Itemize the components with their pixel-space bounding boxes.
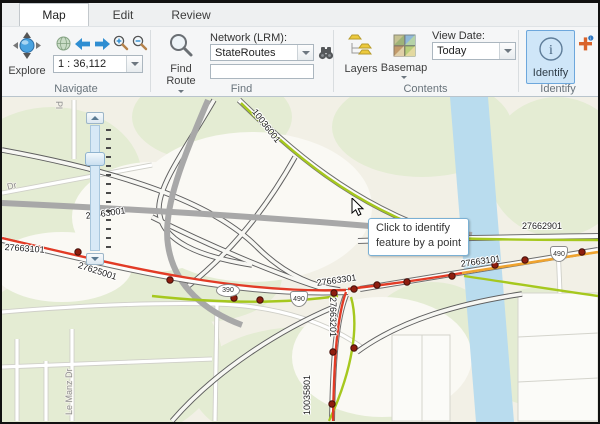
point-event-dot xyxy=(351,286,357,292)
point-event-dot xyxy=(257,297,263,303)
network-combobox[interactable]: StateRoutes xyxy=(210,44,314,61)
zoom-slider-tick xyxy=(106,201,111,203)
point-event-dot xyxy=(351,345,357,351)
network-value: StateRoutes xyxy=(211,45,297,60)
tooltip-line1: Click to identify xyxy=(376,221,461,236)
layers-label: Layers xyxy=(344,63,377,75)
binoculars-icon[interactable] xyxy=(317,44,334,61)
tab-review[interactable]: Review xyxy=(157,3,225,26)
identify-button-label: Identify xyxy=(533,67,568,79)
zoom-slider-tick xyxy=(106,165,111,167)
zoom-slider-tick xyxy=(106,174,111,176)
view-date-label: View Date: xyxy=(432,30,485,42)
route-id-label: 27663201 xyxy=(328,297,338,337)
navigate-group-label: Navigate xyxy=(2,83,150,95)
ribbon: Explore 1 : 36,112 Navigate Find xyxy=(2,27,598,97)
zoom-slider-tick xyxy=(106,219,111,221)
basemap-dropdown-caret[interactable] xyxy=(401,76,407,79)
find-group-label: Find xyxy=(150,83,333,95)
explore-button[interactable]: Explore xyxy=(4,32,50,77)
point-event-dot xyxy=(330,349,336,355)
ribbon-tab-strip: Map Edit Review xyxy=(2,3,598,27)
identify-button[interactable]: i Identify xyxy=(526,30,575,84)
point-event-dot xyxy=(449,273,455,279)
route-input[interactable] xyxy=(210,64,314,79)
point-event-dot xyxy=(522,257,528,263)
point-event-dot xyxy=(579,249,585,255)
network-lrm-label: Network (LRM): xyxy=(210,32,287,44)
find-route-label-line1: Find xyxy=(170,63,191,75)
identify-route-plus-icon[interactable]: i xyxy=(577,34,594,51)
zoom-slider-tick xyxy=(106,210,111,212)
down-triangle-icon xyxy=(91,257,99,261)
zoom-slider-tick xyxy=(106,156,111,158)
zoom-slider-tick xyxy=(106,228,111,230)
identify-i-icon: i xyxy=(538,36,564,67)
zoom-slider-down-button[interactable] xyxy=(86,253,104,265)
layers-button[interactable]: Layers xyxy=(342,34,380,75)
map-viewport[interactable]: 390490490 276630012766310127625001276633… xyxy=(2,97,598,422)
tooltip-line2: feature by a point xyxy=(376,236,461,251)
mouse-cursor-icon xyxy=(351,198,367,223)
contents-group-label: Contents xyxy=(333,83,518,95)
basemap-icon xyxy=(393,34,416,62)
map-scale-combobox[interactable]: 1 : 36,112 xyxy=(53,55,143,73)
route-shield: 390 xyxy=(216,284,240,297)
zoom-slider-track[interactable] xyxy=(90,125,100,251)
zoom-out-icon[interactable] xyxy=(131,34,148,51)
zoom-slider-tick xyxy=(106,147,111,149)
point-event-dot xyxy=(331,290,337,296)
identify-group-label: Identify xyxy=(518,83,598,95)
forward-arrow-icon[interactable] xyxy=(93,35,110,52)
app-window: Map Edit Review Explore xyxy=(0,0,600,424)
map-scale-value: 1 : 36,112 xyxy=(54,56,126,72)
tab-map[interactable]: Map xyxy=(19,3,89,26)
zoom-slider-up-button[interactable] xyxy=(86,112,104,124)
pan-explore-icon xyxy=(12,32,42,65)
point-event-dot xyxy=(404,279,410,285)
zoom-slider-tick xyxy=(106,192,111,194)
map-scale-dropdown-arrow[interactable] xyxy=(126,56,142,72)
explore-label: Explore xyxy=(8,65,45,77)
route-id-label: 27662901 xyxy=(522,221,562,231)
zoom-slider-tick xyxy=(106,129,111,131)
basemap-button[interactable]: Basemap xyxy=(382,34,426,79)
zoom-slider-tick xyxy=(106,183,111,185)
view-date-combobox[interactable]: Today xyxy=(432,42,516,60)
network-dropdown-arrow[interactable] xyxy=(297,45,313,60)
point-event-dot xyxy=(329,401,335,407)
tab-edit[interactable]: Edit xyxy=(89,3,157,26)
zoom-slider-tick xyxy=(106,237,111,239)
find-route-magnifier-icon xyxy=(168,32,194,63)
up-triangle-icon xyxy=(91,116,99,120)
basemap-label: Basemap xyxy=(381,62,427,74)
zoom-in-icon[interactable] xyxy=(112,34,129,51)
view-date-dropdown-arrow[interactable] xyxy=(499,43,515,59)
view-date-value: Today xyxy=(433,43,499,59)
point-event-dot xyxy=(374,282,380,288)
street-name-label: Pl xyxy=(54,101,64,109)
back-arrow-icon[interactable] xyxy=(74,35,91,52)
map-zoom-slider xyxy=(86,112,112,282)
point-event-dot xyxy=(167,277,173,283)
globe-icon[interactable] xyxy=(55,35,72,52)
identify-tooltip: Click to identify feature by a point xyxy=(368,218,469,256)
route-id-label: 10035801 xyxy=(302,375,312,415)
layers-icon xyxy=(348,34,374,63)
street-name-label: Le Manz Dr xyxy=(64,368,74,415)
zoom-slider-tick xyxy=(106,138,111,140)
zoom-slider-thumb[interactable] xyxy=(85,152,105,166)
point-event-dot xyxy=(75,249,81,255)
svg-text:i: i xyxy=(549,43,553,58)
zoom-slider-tick xyxy=(106,246,111,248)
